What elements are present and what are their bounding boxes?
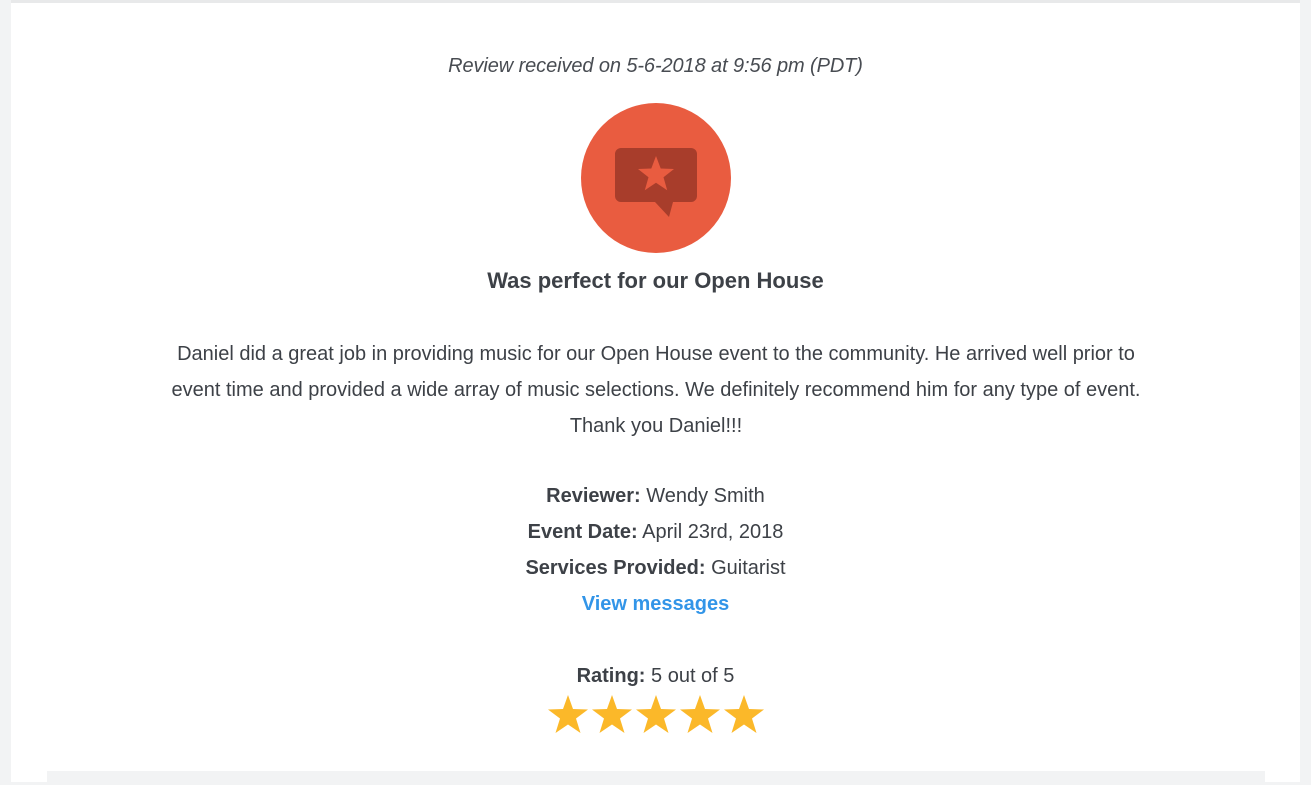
- event-date-value: April 23rd, 2018: [642, 521, 784, 543]
- rating-star-icon: [547, 695, 588, 733]
- rating-label: Rating:: [576, 665, 646, 687]
- view-messages-link[interactable]: View messages: [11, 593, 1300, 616]
- rating-row: Rating: 5 out of 5: [11, 665, 1300, 688]
- review-body: Daniel did a great job in providing musi…: [171, 343, 1141, 437]
- next-review-divider: [47, 771, 1265, 785]
- reviewer-label: Reviewer:: [546, 485, 641, 507]
- review-card: Review received on 5-6-2018 at 9:56 pm (…: [11, 0, 1300, 785]
- rating-star-icon: [679, 695, 720, 733]
- rating-stars: [11, 693, 1300, 739]
- review-badge: [581, 103, 731, 253]
- reviewer-row: Reviewer: Wendy Smith: [11, 485, 1300, 508]
- rating-star-icon: [635, 695, 676, 733]
- rating-star-icon: [723, 695, 764, 733]
- services-value: Guitarist: [711, 557, 786, 579]
- reviewer-value: Wendy Smith: [646, 485, 765, 507]
- event-date-label: Event Date:: [527, 521, 638, 543]
- review-headline: Was perfect for our Open House: [487, 268, 824, 293]
- review-star-speech-bubble-icon: [615, 148, 697, 217]
- rating-value: 5 out of 5: [651, 665, 735, 687]
- services-label: Services Provided:: [525, 557, 706, 579]
- event-date-row: Event Date: April 23rd, 2018: [11, 521, 1300, 544]
- review-timestamp: Review received on 5-6-2018 at 9:56 pm (…: [448, 55, 863, 77]
- rating-star-icon: [591, 695, 632, 733]
- services-row: Services Provided: Guitarist: [11, 557, 1300, 580]
